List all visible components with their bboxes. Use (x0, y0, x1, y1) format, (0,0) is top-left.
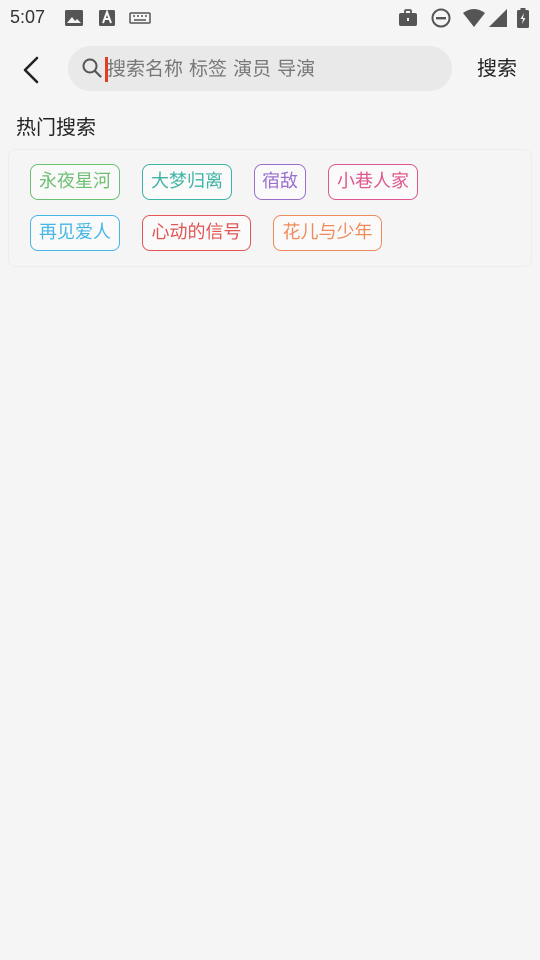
briefcase-icon (398, 8, 418, 28)
signal-icon (488, 8, 508, 28)
search-header: 搜索 (0, 40, 540, 98)
back-button[interactable] (12, 50, 52, 90)
do-not-disturb-icon (431, 8, 451, 28)
image-icon (64, 8, 84, 28)
chevron-left-icon (23, 56, 39, 84)
keyboard-icon (129, 8, 151, 28)
search-screen: 5:07 搜索名称 标签 演员 导演 搜索 热门搜索 永夜星河 大梦归离 宿敌 … (0, 0, 540, 960)
hot-search-title: 热门搜索 (16, 115, 96, 139)
hot-tag[interactable]: 心动的信号 (142, 215, 251, 251)
hot-search-tags: 永夜星河 大梦归离 宿敌 小巷人家 再见爱人 心动的信号 花儿与少年 (8, 149, 532, 267)
hot-tag[interactable]: 永夜星河 (30, 164, 120, 200)
hot-tag[interactable]: 再见爱人 (30, 215, 120, 251)
search-button[interactable]: 搜索 (468, 51, 526, 85)
search-input[interactable] (107, 46, 437, 91)
status-time: 5:07 (10, 7, 46, 27)
hot-tag[interactable]: 花儿与少年 (273, 215, 382, 251)
battery-icon (516, 8, 530, 28)
hot-tag[interactable]: 宿敌 (254, 164, 306, 200)
status-bar: 5:07 (0, 0, 540, 36)
hot-tag[interactable]: 大梦归离 (142, 164, 232, 200)
search-icon (81, 57, 103, 79)
wifi-icon (462, 8, 486, 28)
search-box[interactable] (68, 46, 452, 91)
hot-tag[interactable]: 小巷人家 (328, 164, 418, 200)
text-a-icon (97, 8, 117, 28)
